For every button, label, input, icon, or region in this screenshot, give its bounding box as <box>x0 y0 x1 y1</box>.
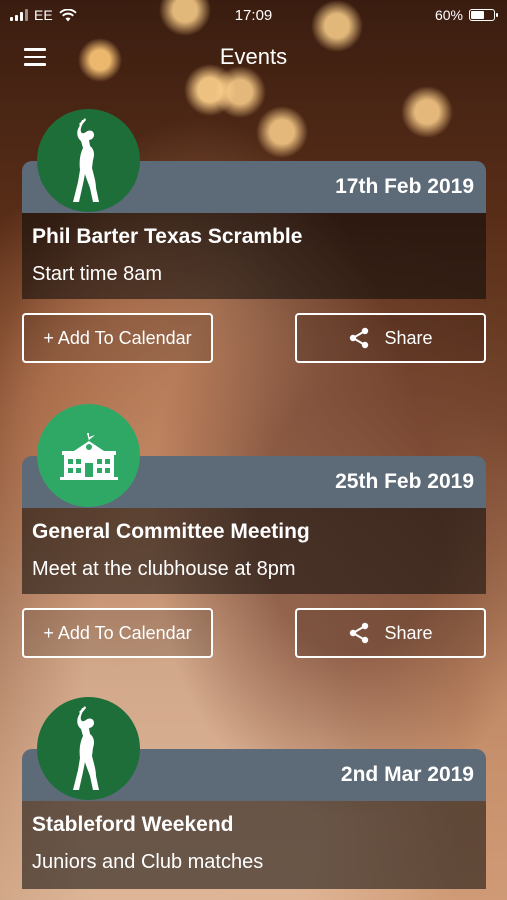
event-card: 2nd Mar 2019 Stableford Weekend Juniors … <box>22 697 486 900</box>
share-button[interactable]: Share <box>295 608 486 658</box>
clubhouse-icon <box>37 404 140 507</box>
event-date: 2nd Mar 2019 <box>340 763 474 786</box>
event-date: 17th Feb 2019 <box>335 175 474 198</box>
battery-percent: 60% <box>434 7 463 23</box>
status-time: 17:09 <box>234 7 273 24</box>
battery-fill <box>471 11 484 19</box>
share-icon <box>350 327 369 349</box>
share-icon <box>350 622 369 644</box>
event-title: Phil Barter Texas Scramble <box>32 225 303 248</box>
event-body: Phil Barter Texas Scramble Start time 8a… <box>22 213 486 299</box>
event-subtitle: Juniors and Club matches <box>32 851 264 873</box>
add-to-calendar-button[interactable]: + Add To Calendar <box>22 313 213 363</box>
share-label: Share <box>384 622 433 643</box>
event-date: 25th Feb 2019 <box>335 470 474 493</box>
event-title: General Committee Meeting <box>32 520 310 543</box>
event-card: 17th Feb 2019 Phil Barter Texas Scramble… <box>22 109 486 369</box>
event-body: General Committee Meeting Meet at the cl… <box>22 508 486 594</box>
add-to-calendar-button[interactable]: + Add To Calendar <box>22 608 213 658</box>
share-button[interactable]: Share <box>295 313 486 363</box>
event-subtitle: Meet at the clubhouse at 8pm <box>32 558 296 580</box>
golfer-icon <box>37 697 140 800</box>
page-title: Events <box>219 44 288 69</box>
status-right: 60% <box>434 7 498 23</box>
nav-bar: Events <box>0 32 507 84</box>
battery-icon <box>469 9 498 21</box>
event-card: 25th Feb 2019 General Committee Meeting … <box>22 404 486 664</box>
status-bar: EE 17:09 60% <box>0 0 507 32</box>
share-label: Share <box>384 327 433 348</box>
event-title: Stableford Weekend <box>32 813 234 836</box>
golfer-icon <box>37 109 140 212</box>
event-subtitle: Start time 8am <box>32 263 163 285</box>
event-body: Stableford Weekend Juniors and Club matc… <box>22 801 486 889</box>
